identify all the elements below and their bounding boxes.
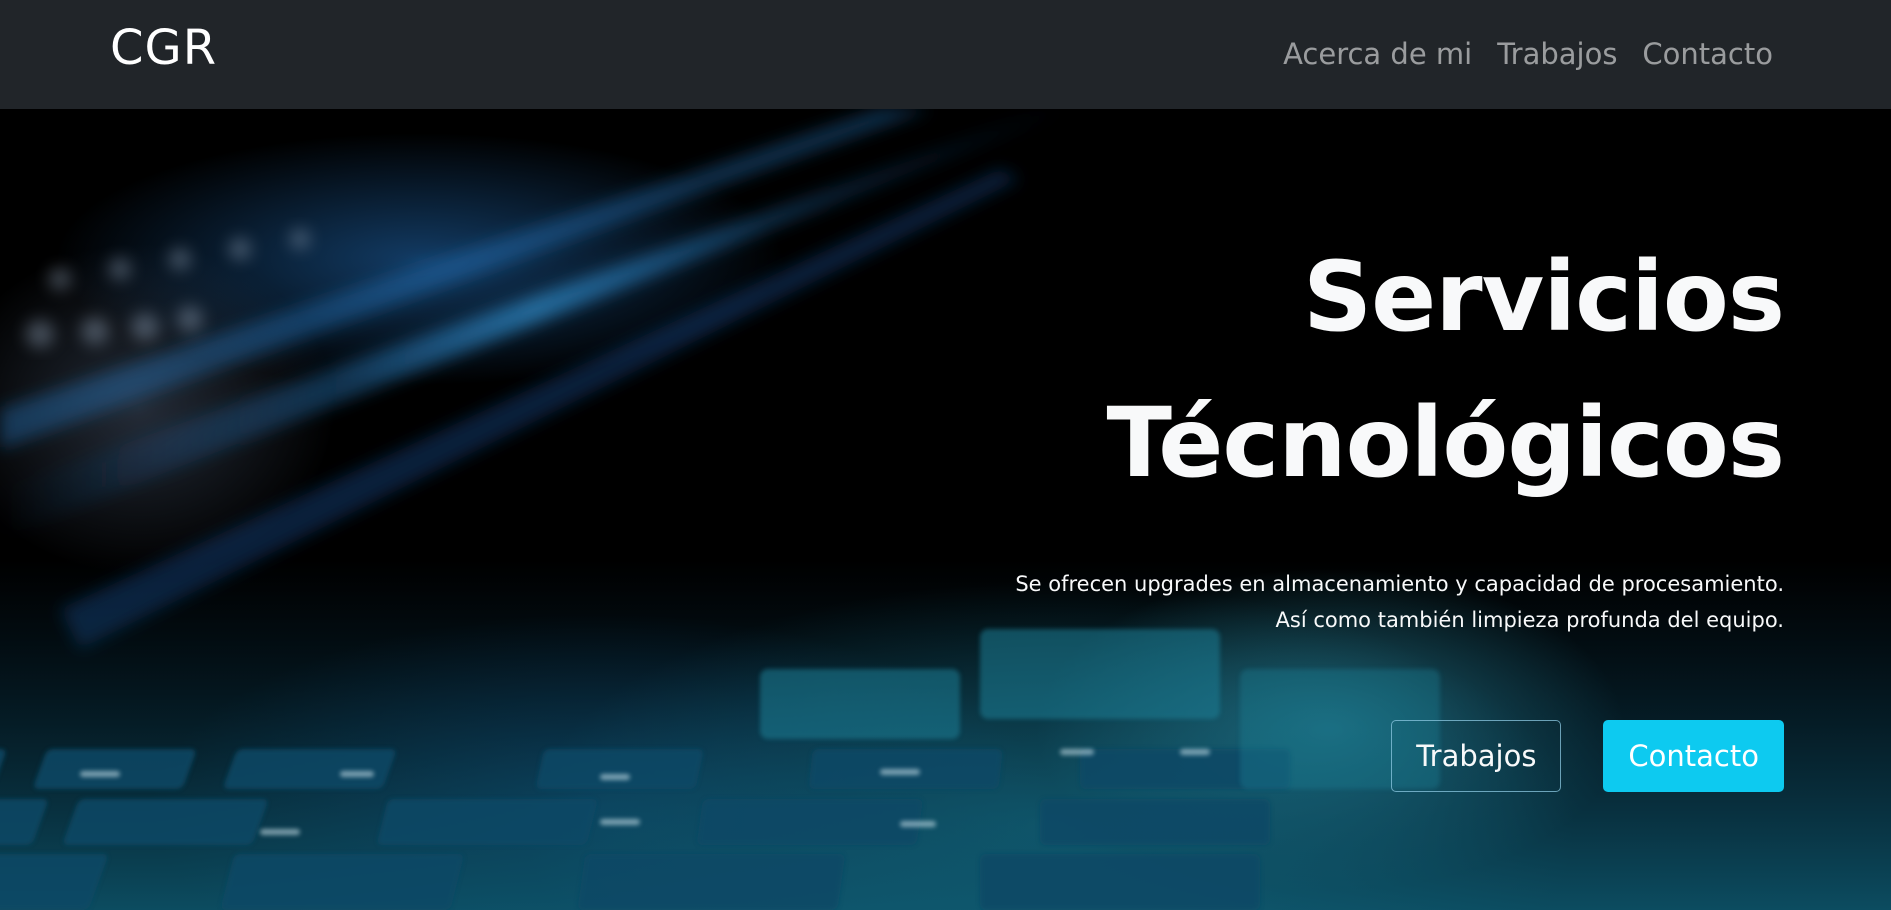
- hero-section: Servicios Técnológicos Se ofrecen upgrad…: [0, 109, 1891, 910]
- contacto-button[interactable]: Contacto: [1603, 720, 1784, 792]
- hero-lead-line1: Se ofrecen upgrades en almacenamiento y …: [1015, 572, 1784, 596]
- trabajos-button[interactable]: Trabajos: [1391, 720, 1562, 792]
- nav-links: Acerca de mi Trabajos Contacto: [1283, 34, 1773, 74]
- hero-title-line2: Técnológicos: [1106, 387, 1785, 499]
- hero-title: Servicios Técnológicos: [784, 224, 1785, 516]
- hero-lead: Se ofrecen upgrades en almacenamiento y …: [784, 566, 1784, 638]
- nav-link-trabajos[interactable]: Trabajos: [1497, 34, 1617, 74]
- hero-title-line1: Servicios: [1303, 241, 1785, 353]
- hero-buttons: Trabajos Contacto: [1391, 720, 1784, 792]
- nav-link-contacto[interactable]: Contacto: [1642, 34, 1773, 74]
- nav-link-acerca[interactable]: Acerca de mi: [1283, 34, 1472, 74]
- hero-content: Servicios Técnológicos Se ofrecen upgrad…: [784, 224, 1785, 638]
- brand-logo-link[interactable]: CGR: [110, 20, 217, 76]
- hero-lead-line2: Así como también limpieza profunda del e…: [1275, 608, 1784, 632]
- navbar: CGR Acerca de mi Trabajos Contacto: [0, 0, 1891, 109]
